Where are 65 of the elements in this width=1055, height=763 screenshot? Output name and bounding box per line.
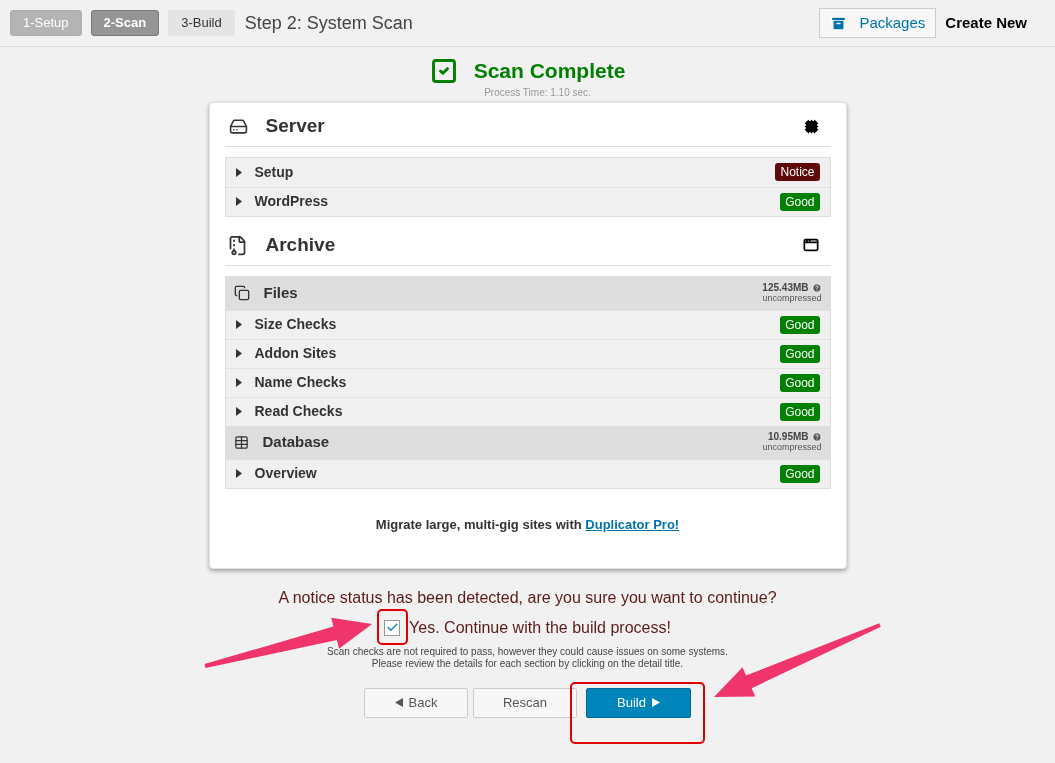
step-tab[interactable]: 3-Build (168, 10, 235, 36)
size-note: uncompressed (762, 293, 822, 303)
promo-text: Migrate large, multi-gig sites with Duplicator Pro! (374, 515, 681, 534)
section-title: Archive (265, 232, 336, 257)
check-label: Overview (254, 464, 317, 483)
caret-icon (235, 349, 242, 358)
scan-note: Scan checks are not required to pass, however they could cause issues on some systems. (327, 645, 728, 658)
check-label: Size Checks (254, 315, 337, 334)
help-icon[interactable] (811, 283, 822, 293)
check-row[interactable]: Size Checks Good (225, 309, 830, 339)
status-badge: Good (780, 192, 820, 211)
scan-note: Please review the details for each section by clicking on the detail title. (371, 657, 684, 670)
caret-icon (235, 407, 242, 416)
group-title: Database (262, 431, 330, 452)
check-label: Name Checks (254, 373, 347, 392)
continue-checkbox[interactable] (384, 619, 401, 636)
checkbox-label: Yes. Continue with the build process! (409, 617, 671, 638)
group-title: Files (263, 282, 298, 303)
check-row[interactable]: Name Checks Good (225, 367, 830, 397)
check-label: Setup (254, 162, 294, 182)
packages-button[interactable]: Packages (819, 8, 937, 38)
section-title: Server (265, 113, 325, 138)
rescan-button[interactable]: Rescan (473, 687, 577, 718)
check-label: Read Checks (254, 402, 343, 421)
archive-box-icon (830, 14, 848, 32)
check-row[interactable]: Overview Good (225, 458, 830, 488)
hard-drive-icon (228, 116, 248, 136)
notice-question: A notice status has been detected, are you sure you want to continue? (278, 587, 777, 608)
size-value: 125.43MB (762, 283, 809, 293)
check-label: WordPress (254, 192, 329, 211)
check-row[interactable]: WordPress Good (225, 186, 830, 216)
duplicator-pro-link[interactable]: Duplicator Pro! (585, 516, 680, 532)
page-title: Step 2: System Scan (244, 11, 413, 35)
status-badge: Good (780, 315, 820, 334)
table-icon (233, 434, 249, 450)
check-row[interactable]: Setup Notice (225, 157, 830, 187)
caret-icon (235, 167, 242, 177)
back-button[interactable]: Back (364, 687, 468, 718)
build-button[interactable]: Build (586, 687, 691, 718)
process-time: Process Time: 1.10 sec. (484, 86, 591, 99)
check-row[interactable]: Addon Sites Good (225, 338, 830, 368)
status-badge: Notice (775, 163, 820, 181)
status-badge: Good (780, 402, 820, 421)
caret-icon (235, 197, 242, 206)
checkbox-check-icon (429, 56, 458, 85)
caret-icon (235, 469, 242, 478)
status-badge: Good (780, 373, 820, 392)
check-label: Addon Sites (254, 344, 337, 363)
highlight-frame (377, 609, 408, 645)
triangle-left-icon (394, 698, 403, 707)
caret-icon (235, 320, 242, 329)
files-icon (233, 285, 250, 301)
caret-icon (235, 378, 242, 387)
help-icon[interactable] (811, 432, 822, 442)
scan-status-title: Scan Complete (473, 58, 626, 84)
check-row[interactable]: Read Checks Good (225, 396, 830, 426)
check-icon (385, 621, 399, 634)
create-new-link[interactable]: Create New (945, 11, 1027, 35)
chip-icon (803, 118, 819, 134)
window-icon (802, 237, 819, 253)
status-badge: Good (780, 344, 820, 363)
size-note: uncompressed (762, 442, 822, 452)
status-badge: Good (780, 464, 820, 483)
size-value: 10.95MB (767, 432, 809, 442)
triangle-right-icon (651, 698, 660, 707)
